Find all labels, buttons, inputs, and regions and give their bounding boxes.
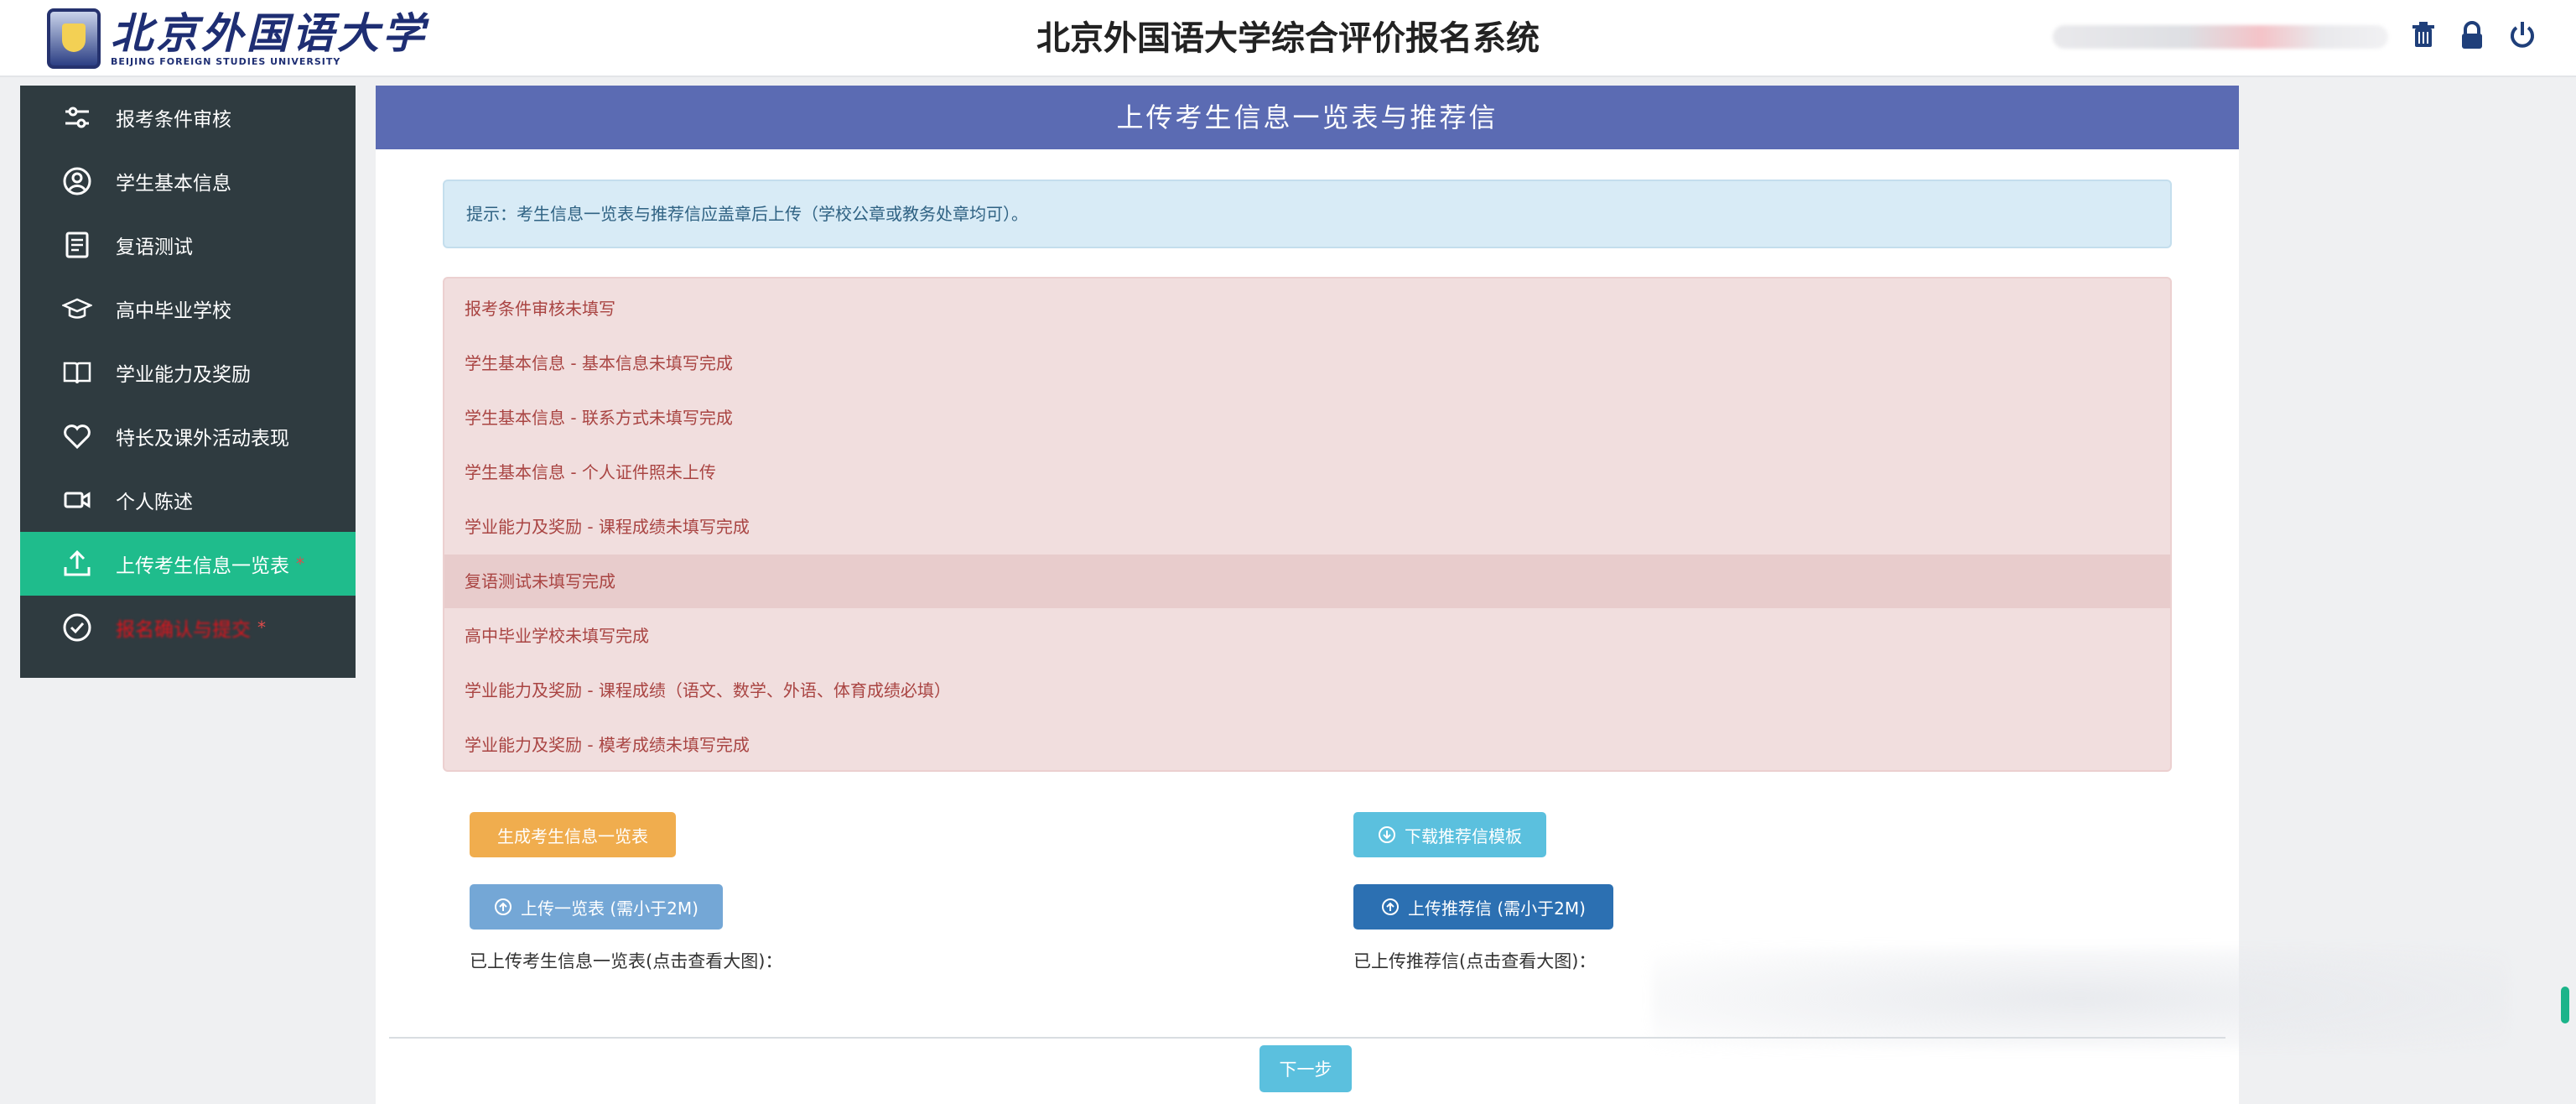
graduation-cap-icon [62, 298, 92, 319]
user-circle-icon [63, 167, 91, 195]
video-camera-icon [64, 492, 91, 508]
sidebar-item-basic-info[interactable]: 学生基本信息 [20, 149, 356, 213]
upload-list-button[interactable]: 上传一览表 (需小于2M) [470, 884, 723, 930]
error-item: 学生基本信息 - 个人证件照未上传 [465, 462, 716, 482]
next-step-button[interactable]: 下一步 [1259, 1045, 1352, 1092]
error-item: 学生基本信息 - 基本信息未填写完成 [465, 353, 733, 373]
book-icon [63, 362, 91, 384]
sidebar-item-upload-info[interactable]: 上传考生信息一览表 * [20, 532, 356, 596]
upload-icon [64, 549, 91, 576]
sidebar-item-eligibility-review[interactable]: 报考条件审核 [20, 86, 356, 149]
download-circle-icon [1379, 826, 1395, 843]
required-dot: * [257, 617, 266, 638]
trash-icon[interactable] [2407, 18, 2440, 52]
notepad-icon [65, 232, 89, 258]
user-info-blurred [2053, 25, 2388, 49]
sliders-icon [65, 107, 89, 128]
error-item: 学业能力及奖励 - 课程成绩未填写完成 [465, 517, 750, 537]
error-item: 学业能力及奖励 - 模考成绩未填写完成 [465, 735, 750, 755]
sidebar-item-activities[interactable]: 特长及课外活动表现 [20, 404, 356, 468]
error-item: 复语测试未填写完成 [444, 555, 2170, 608]
validation-errors: 报考条件审核未填写 学生基本信息 - 基本信息未填写完成 学生基本信息 - 联系… [443, 277, 2172, 772]
sidebar-item-personal-statement[interactable]: 个人陈述 [20, 468, 356, 532]
lock-icon[interactable] [2455, 18, 2489, 52]
check-circle-icon [63, 613, 91, 642]
generate-list-button[interactable]: 生成考生信息一览表 [470, 812, 676, 857]
power-icon[interactable] [2506, 18, 2539, 52]
sidebar-item-academic-awards[interactable]: 学业能力及奖励 [20, 341, 356, 404]
uploaded-list-label: 已上传考生信息一览表(点击查看大图)： [470, 951, 783, 971]
sidebar-item-confirm-submit[interactable]: 报名确认与提交 * [20, 596, 356, 659]
footer-divider [389, 1037, 2225, 1039]
required-dot: * [296, 554, 304, 574]
upload-circle-icon [1382, 898, 1400, 915]
panel-title: 上传考生信息一览表与推荐信 [376, 86, 2239, 149]
info-tip: 提示：考生信息一览表与推荐信应盖章后上传（学校公章或教务处章均可）。 [443, 180, 2172, 248]
error-item: 学业能力及奖励 - 课程成绩（语文、数学、外语、体育成绩必填） [465, 680, 951, 700]
sidebar-nav: 报考条件审核 学生基本信息 复语测试 高中毕业学校 学业能力及奖励 特长及课外活… [20, 86, 356, 678]
sidebar-item-high-school[interactable]: 高中毕业学校 [20, 277, 356, 341]
error-item: 报考条件审核未填写 [465, 299, 615, 319]
top-header: 北京外国语大学 BEIJING FOREIGN STUDIES UNIVERSI… [0, 0, 2576, 77]
uploaded-letter-label: 已上传推荐信(点击查看大图)： [1353, 951, 1597, 971]
blurred-watermark [1652, 948, 2507, 1049]
sidebar-item-multilingual-test[interactable]: 复语测试 [20, 213, 356, 277]
upload-circle-icon [495, 898, 512, 915]
upload-letter-button[interactable]: 上传推荐信 (需小于2M) [1353, 884, 1613, 930]
download-template-button[interactable]: 下载推荐信模板 [1353, 812, 1546, 857]
heart-icon [64, 424, 91, 450]
error-item: 学生基本信息 - 联系方式未填写完成 [465, 408, 733, 428]
error-item: 高中毕业学校未填写完成 [465, 626, 649, 646]
scrollbar-thumb[interactable] [2561, 987, 2569, 1023]
